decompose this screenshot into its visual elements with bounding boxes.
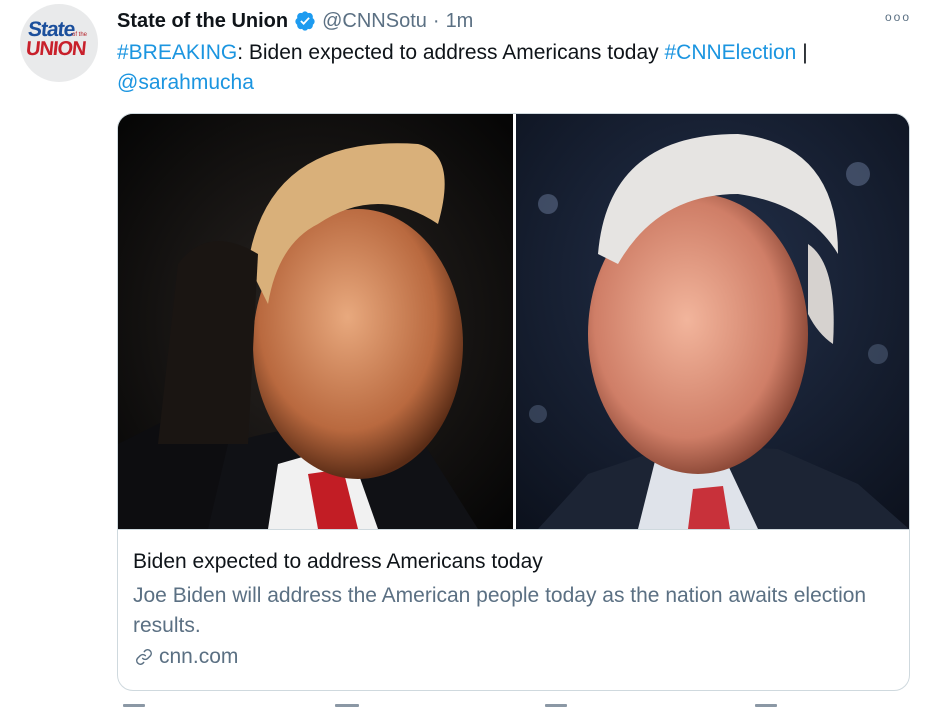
header-separator: · <box>432 9 440 32</box>
card-domain-text: cnn.com <box>159 645 239 668</box>
more-options-icon[interactable]: ooo <box>885 10 911 24</box>
card-description: Joe Biden will address the American peop… <box>133 584 867 637</box>
link-icon <box>136 649 152 665</box>
display-name[interactable]: State of the Union <box>117 10 288 33</box>
tweet-pipe: | <box>796 41 808 64</box>
account-handle[interactable]: @CNNSotu <box>322 10 427 33</box>
share-icon[interactable] <box>755 704 777 707</box>
retweet-icon[interactable] <box>335 704 359 707</box>
reply-icon[interactable] <box>123 704 145 707</box>
tweet-header: State of the Union @CNNSotu · 1m <box>117 7 473 35</box>
split-photo-icon <box>118 114 909 529</box>
hashtag-cnnelection[interactable]: #CNNElection <box>664 41 796 64</box>
card-title[interactable]: Biden expected to address Americans toda… <box>133 550 543 574</box>
like-icon[interactable] <box>545 704 567 707</box>
card-image[interactable] <box>118 114 909 530</box>
tweet-text: #BREAKING: Biden expected to address Ame… <box>117 38 907 98</box>
link-preview-card[interactable]: Biden expected to address Americans toda… <box>117 113 910 691</box>
mention-sarahmucha[interactable]: @sarahmucha <box>117 71 254 94</box>
account-avatar[interactable]: State of the UNION <box>20 4 98 82</box>
tweet-actions-bar <box>117 704 907 710</box>
verified-badge-icon <box>294 10 316 32</box>
avatar-text-union: UNION <box>24 38 87 60</box>
tweet-body-text: : Biden expected to address Americans to… <box>237 41 665 64</box>
hashtag-breaking[interactable]: #BREAKING <box>117 41 237 64</box>
card-domain[interactable]: cnn.com <box>133 645 238 669</box>
tweet-timestamp[interactable]: 1m <box>446 10 474 33</box>
